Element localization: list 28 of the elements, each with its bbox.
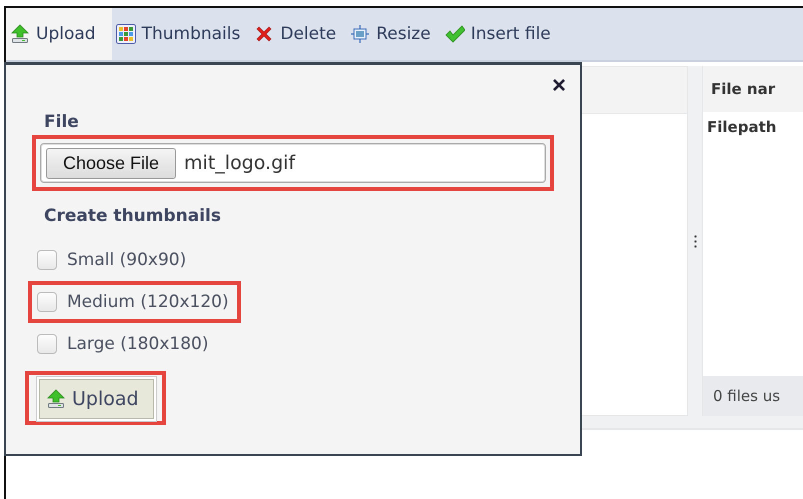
status-text: 0 files us (703, 376, 803, 416)
check-icon (444, 24, 465, 44)
splitter-handle[interactable] (688, 66, 702, 416)
table-cell-text: Filepath (706, 117, 778, 136)
file-input-field[interactable]: Choose File mit_logo.gif (40, 143, 546, 183)
toolbar-button[interactable]: Insert file (440, 8, 561, 60)
checkbox[interactable] (37, 250, 57, 270)
column-header: File nar (703, 66, 803, 112)
checkbox[interactable] (37, 334, 57, 354)
grip-icon (694, 234, 696, 248)
checkbox-label: Large (180x180) (67, 334, 208, 354)
section-label: Create thumbnails (44, 205, 222, 227)
field-label: File (44, 111, 80, 133)
upload-button[interactable]: Upload (39, 379, 154, 419)
checkbox[interactable] (37, 292, 57, 312)
close-button[interactable]: × (552, 75, 566, 97)
grid-icon (116, 24, 136, 44)
resize-icon (350, 24, 370, 44)
toolbar-button[interactable]: Delete (250, 8, 346, 60)
choose-file-button[interactable]: Choose File (46, 148, 176, 178)
checkbox-label: Medium (120x120) (67, 292, 229, 312)
upload-icon (10, 24, 30, 44)
toolbar-button[interactable]: Thumbnails (112, 8, 250, 60)
toolbar-button[interactable]: Upload (6, 8, 112, 60)
checkbox-label: Small (90x90) (67, 250, 186, 270)
file-name-text: mit_logo.gif (184, 152, 296, 174)
toolbar-button[interactable]: Resize (346, 8, 441, 60)
upload-icon (46, 389, 66, 409)
